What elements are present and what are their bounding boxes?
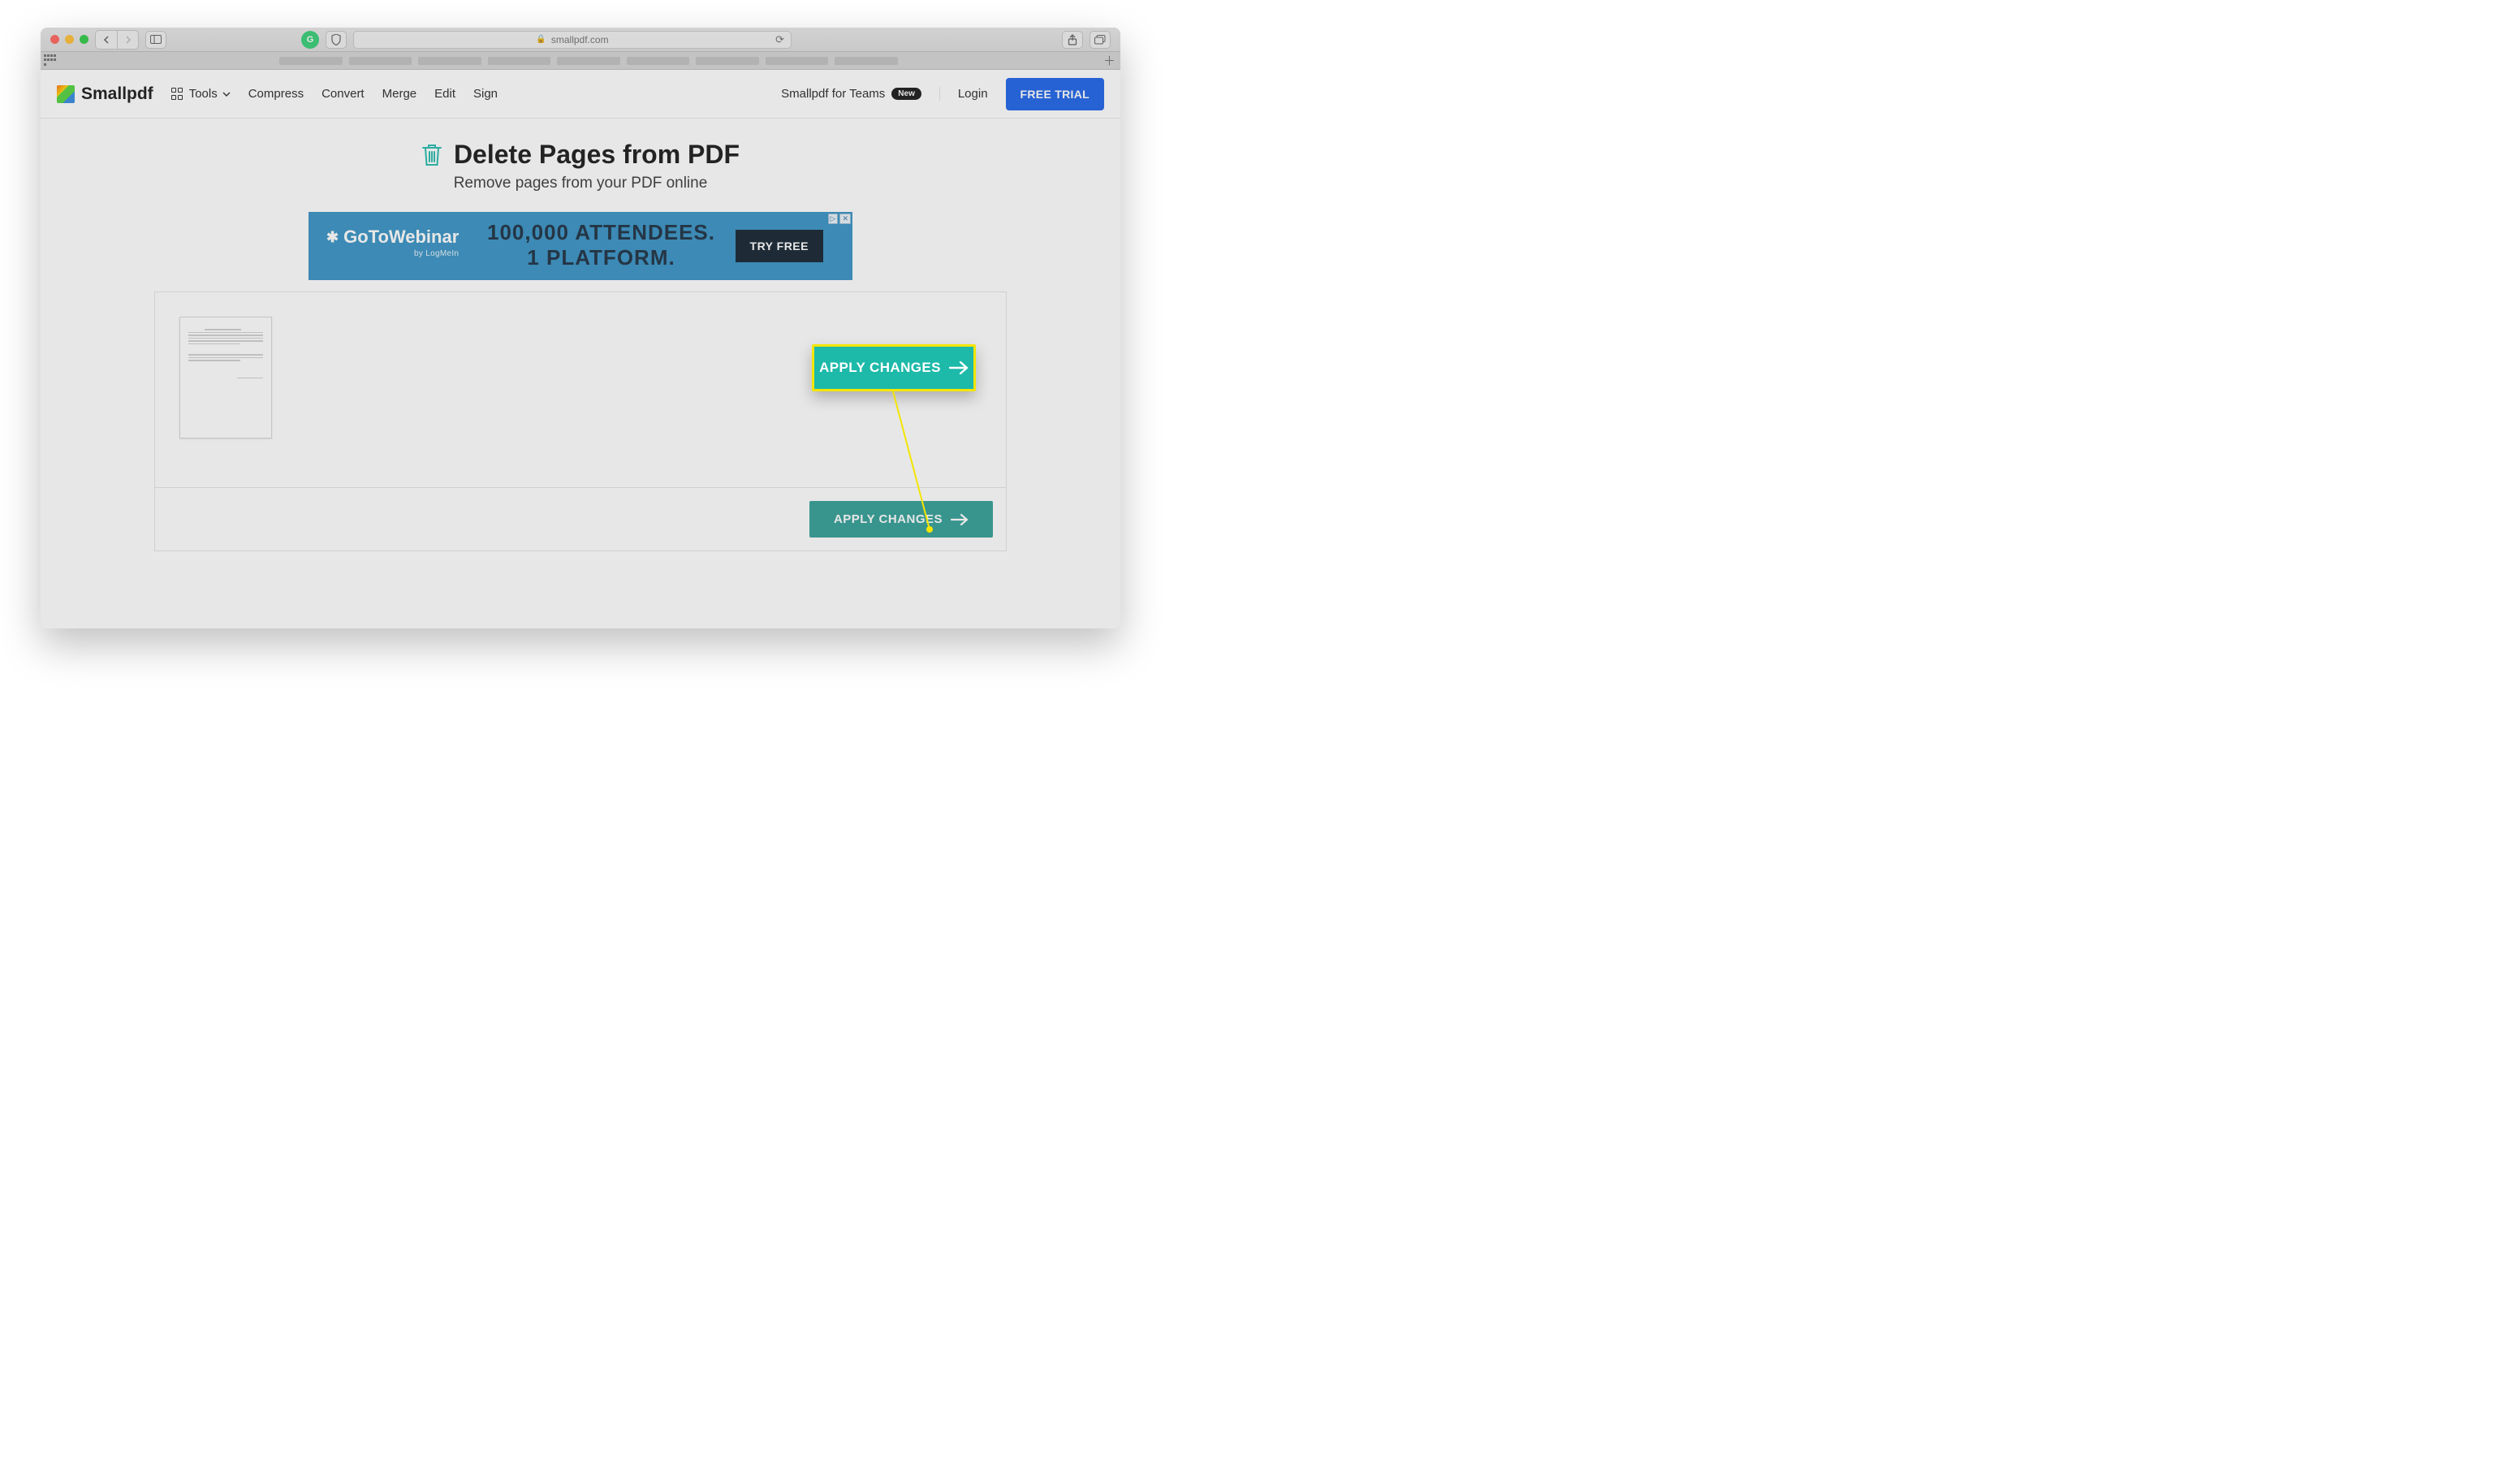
grammarly-extension-icon[interactable]: G: [301, 31, 319, 49]
site-header: Smallpdf Tools Compress Convert Merge Ed…: [41, 70, 1120, 119]
tools-grid-icon: [171, 88, 184, 101]
safari-toolbar: G 🔒 smallpdf.com ⟳: [41, 28, 1120, 52]
brand-mark-icon: [57, 85, 75, 103]
ad-cta-button[interactable]: TRY FREE: [736, 230, 823, 262]
tools-dropdown[interactable]: Tools: [171, 87, 231, 101]
url-host: smallpdf.com: [551, 34, 609, 45]
brand-name: Smallpdf: [81, 84, 153, 104]
nav-convert[interactable]: Convert: [321, 87, 365, 101]
close-window-icon[interactable]: [50, 35, 59, 44]
ad-info-icon[interactable]: ▷: [828, 214, 839, 224]
callout-label: APPLY CHANGES: [819, 360, 941, 376]
browser-window: G 🔒 smallpdf.com ⟳ ＋ S: [41, 28, 1120, 628]
login-link[interactable]: Login: [958, 87, 988, 101]
ad-close-icon[interactable]: ✕: [839, 214, 851, 224]
brand-logo[interactable]: Smallpdf: [57, 84, 153, 104]
tool-panel: APPLY CHANGES: [154, 291, 1007, 551]
chevron-down-icon: [222, 92, 231, 97]
new-badge: New: [891, 88, 921, 100]
nav-buttons: [95, 30, 139, 50]
callout-apply-changes: APPLY CHANGES: [812, 344, 976, 391]
nav-compress[interactable]: Compress: [248, 87, 304, 101]
tab-strip: ＋: [41, 52, 1120, 70]
teams-link[interactable]: Smallpdf for Teams New: [781, 87, 940, 101]
lock-icon: 🔒: [536, 35, 546, 44]
new-tab-button[interactable]: ＋: [1103, 52, 1115, 69]
ad-banner[interactable]: ✱GoToWebinar by LogMeIn 100,000 ATTENDEE…: [309, 212, 852, 280]
ad-brand: ✱GoToWebinar by LogMeIn: [326, 227, 459, 258]
minimize-window-icon[interactable]: [65, 35, 74, 44]
sidebar-toggle-icon[interactable]: [145, 31, 166, 49]
maximize-window-icon[interactable]: [80, 35, 88, 44]
apply-changes-label: APPLY CHANGES: [834, 512, 943, 526]
nav-edit[interactable]: Edit: [434, 87, 455, 101]
url-bar[interactable]: 🔒 smallpdf.com ⟳: [353, 31, 792, 49]
tool-panel-footer: APPLY CHANGES: [155, 487, 1006, 551]
window-traffic-lights: [50, 35, 88, 44]
teams-label: Smallpdf for Teams: [781, 87, 885, 101]
page-title: Delete Pages from PDF: [454, 140, 740, 170]
share-icon[interactable]: [1062, 31, 1083, 49]
page-subtitle: Remove pages from your PDF online: [41, 175, 1120, 192]
privacy-report-icon[interactable]: [326, 31, 347, 49]
arrow-right-icon: [951, 513, 969, 526]
tab-placeholders: [60, 57, 1117, 65]
trash-icon: [421, 143, 442, 167]
forward-button[interactable]: [117, 31, 138, 49]
free-trial-button[interactable]: FREE TRIAL: [1006, 78, 1104, 110]
nav-sign[interactable]: Sign: [473, 87, 498, 101]
page-thumbnail[interactable]: [179, 317, 272, 438]
tab-grid-icon[interactable]: [44, 54, 57, 67]
ad-headline: 100,000 ATTENDEES. 1 PLATFORM.: [487, 220, 715, 270]
apply-changes-button[interactable]: APPLY CHANGES: [809, 501, 993, 538]
tools-label: Tools: [189, 87, 218, 101]
reload-icon[interactable]: ⟳: [775, 33, 784, 46]
ad-flower-icon: ✱: [326, 229, 339, 246]
nav-merge[interactable]: Merge: [382, 87, 417, 101]
tabs-overview-icon[interactable]: [1090, 31, 1111, 49]
arrow-right-icon: [949, 361, 969, 375]
back-button[interactable]: [96, 31, 117, 49]
